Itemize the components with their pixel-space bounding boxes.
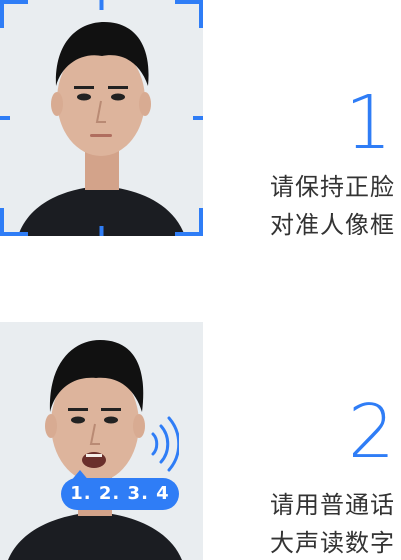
digits-bubble: 1. 2. 3. 4 xyxy=(61,478,179,510)
step-2-line-2: 大声读数字 xyxy=(270,529,395,557)
step-1-line-2: 对准人像框 xyxy=(270,211,395,239)
step-2-instructions: 请用普通话 大声读数字 xyxy=(215,486,395,560)
face-photo-frontal xyxy=(0,0,203,236)
step-2-line-1: 请用普通话 xyxy=(270,491,395,519)
step-1-line-1: 请保持正脸 xyxy=(270,173,395,201)
step-1-number: 1 xyxy=(344,80,392,166)
sound-waves-icon xyxy=(151,416,179,472)
instruction-page: 1 请保持正脸 对准人像框 1. 2. 3. 4 2 请用普通话 大声读数字 xyxy=(0,0,401,560)
step-1-instructions: 请保持正脸 对准人像框 xyxy=(215,168,395,244)
step-2-number: 2 xyxy=(347,389,395,475)
